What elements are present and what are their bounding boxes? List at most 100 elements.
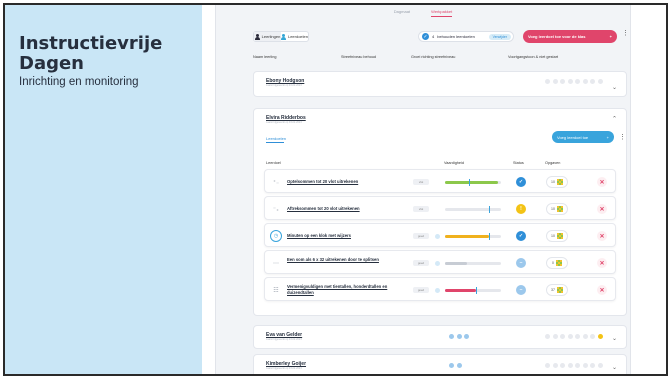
delete-icon[interactable]: ✕ (597, 204, 607, 214)
opgaven-count: 10 (551, 234, 555, 238)
student-card-expanded: Elvira Ridderbos Laatst bijgewerkt op 03… (253, 108, 627, 316)
student-icon (254, 33, 260, 40)
goal-type-icon: ⋯ (273, 260, 279, 267)
goal-row[interactable]: ⋯ Een som als 6 x 32 uitrekenen door te s… (264, 250, 616, 274)
chevron-down-icon[interactable]: ⌄ (612, 84, 617, 91)
chevron-down-icon[interactable]: ⌄ (612, 364, 617, 371)
chevron-up-icon[interactable]: ⌄ (612, 114, 617, 121)
opgaven-button[interactable]: 37 (546, 284, 568, 296)
slide-subtitle: Inrichting en monitoring (19, 76, 139, 88)
skill-bar (445, 205, 501, 213)
student-updated: Laatst bijgewerkt op 03-02-2023 (266, 84, 302, 87)
toggle-leerdoelen-label: Leerdoelen (287, 34, 308, 39)
info-icon[interactable] (435, 287, 440, 293)
slide-sidebar: Instructievrije Dagen Inrichting en moni… (5, 5, 202, 374)
skill-bar (445, 286, 501, 294)
exercise-grid-icon (556, 206, 563, 212)
skill-bar-marker (488, 205, 490, 213)
more-options-icon[interactable]: ⋮ (619, 134, 626, 141)
status-warn-icon: ! (516, 204, 526, 214)
toggle-leerlingen[interactable]: Leerlingen (254, 32, 281, 41)
plus-icon: + (606, 134, 609, 140)
student-card[interactable]: Eva van Gelder Laatst bijgewerkt op 03-0… (253, 325, 627, 349)
goal-title[interactable]: Een som als 6 x 32 uitrekenen door te sp… (287, 257, 407, 263)
add-goal-class-label: Voeg leerdoel toe voor de klas (528, 34, 586, 39)
goal-title[interactable]: Optelsommen tot 20 vlot uitrekenen (287, 179, 407, 185)
status-pending-icon: – (516, 258, 526, 268)
delete-icon[interactable]: ✕ (597, 285, 607, 295)
opgaven-button[interactable]: 10 (546, 230, 568, 242)
skill-bar (445, 261, 501, 265)
skill-bar-marker (468, 178, 470, 186)
exercise-grid-icon (556, 287, 563, 293)
opgaven-button[interactable]: 0 (546, 257, 568, 269)
goal-row[interactable]: ☷ Vermenigvuldigen met tientallen, honder… (264, 277, 616, 301)
info-icon[interactable] (435, 260, 440, 266)
col-voortgang[interactable]: Voortgangstoon & niet gestart (508, 55, 558, 59)
col-status[interactable]: Status (513, 161, 524, 165)
goal-type-icon: ⁺₋ (272, 179, 280, 186)
tab-werkpakket[interactable]: Werkpakket (431, 9, 453, 17)
col-leerdoel[interactable]: Leerdoel (266, 161, 281, 165)
student-updated: Laatst bijgewerkt op 03-02-2023 (266, 121, 302, 124)
toggle-leerlingen-label: Leerlingen (261, 34, 281, 39)
chevron-down-icon[interactable]: ⌄ (612, 335, 617, 342)
goal-type-icon: ⁻₊ (272, 206, 280, 213)
col-opgaven[interactable]: Opgaven (545, 161, 560, 165)
progress-dots (545, 334, 603, 339)
opgaven-count: 10 (551, 207, 555, 211)
progress-dots (545, 363, 603, 368)
add-goal-label: Voeg leerdoel toe (557, 134, 589, 140)
goal-title[interactable]: Vermenigvuldigen met tientallen, honderd… (287, 284, 407, 295)
slide-title: Instructievrije Dagen (19, 34, 188, 74)
goal-row[interactable]: ◷ Minuten op een klok met wijzers goed ✓ 10 ✕ (264, 223, 616, 247)
student-card[interactable]: Kimberley Goijer Laatst bijgewerkt op 03… (253, 354, 627, 374)
delete-icon[interactable]: ✕ (597, 258, 607, 268)
opgaven-count: 10 (551, 180, 555, 184)
goal-title[interactable]: Minuten op een klok met wijzers (287, 233, 407, 239)
opgaven-button[interactable]: 10 (546, 176, 568, 188)
skill-bar-fill (445, 234, 489, 238)
skill-bar-fill (445, 261, 468, 265)
student-updated: Laatst bijgewerkt op 03-02-2023 (266, 338, 302, 341)
opgaven-count: 37 (551, 288, 555, 292)
goal-type-icon: ◷ (270, 230, 282, 242)
slide: Instructievrije Dagen Inrichting en moni… (3, 3, 668, 376)
goal-row[interactable]: ⁺₋ Optelsommen tot 20 vlot uitrekenen vlot… (264, 169, 616, 193)
tab-dagmaat[interactable]: Dagmaat (394, 9, 410, 16)
toggle-leerdoelen[interactable]: Leerdoelen (280, 32, 308, 41)
goal-title[interactable]: Aftreksommen tot 20 vlot uitrekenen (287, 206, 407, 212)
app-screenshot: Dagmaat Werkpakket Leerlingen Leerdoelen… (215, 5, 631, 374)
behouden-pill: ✓ 4 behouden leerdoelen Verwijder (418, 31, 514, 42)
tab-underline (266, 142, 284, 143)
student-updated: Laatst bijgewerkt op 03-02-2023 (266, 367, 302, 370)
info-icon[interactable] (435, 233, 440, 239)
goal-level-tag: vlot (413, 179, 429, 185)
tab-leerdoelen[interactable]: Leerdoelen (266, 136, 286, 141)
col-behouden[interactable]: Streefniveau behoud (341, 55, 376, 59)
col-richting[interactable]: Groei richting streefniveau (411, 55, 455, 59)
goal-row[interactable]: ⁻₊ Aftreksommen tot 20 vlot uitrekenen vlo… (264, 196, 616, 220)
progress-dots (545, 79, 603, 84)
add-goal-button[interactable]: Voeg leerdoel toe + (552, 131, 614, 143)
add-goal-class-button[interactable]: Voeg leerdoel toe voor de klas + (523, 30, 617, 43)
opgaven-count: 0 (552, 261, 554, 265)
status-done-icon: ✓ (516, 177, 526, 187)
col-vaardigheid[interactable]: Vaardigheid (444, 161, 464, 165)
delete-icon[interactable]: ✕ (597, 177, 607, 187)
student-card[interactable]: Ebony Hodgson Laatst bijgewerkt op 03-02… (253, 71, 627, 97)
verwijder-button[interactable]: Verwijder (488, 33, 511, 40)
delete-icon[interactable]: ✕ (597, 231, 607, 241)
opgaven-button[interactable]: 10 (546, 203, 568, 215)
goal-level-tag: goed (413, 233, 429, 239)
slide-title-line2: Dagen (19, 53, 84, 74)
column-headers: Naam leerling Streefniveau behoud Groei … (253, 55, 626, 63)
skill-bar-marker (475, 286, 477, 294)
goal-type-icon: ☷ (273, 287, 279, 294)
top-navigation: Dagmaat Werkpakket (216, 9, 630, 17)
exercise-grid-icon (556, 179, 563, 185)
growth-dots (449, 363, 462, 368)
more-options-icon[interactable]: ⋮ (622, 30, 629, 37)
col-naam[interactable]: Naam leerling (253, 55, 276, 59)
skill-bar-fill (445, 180, 499, 184)
